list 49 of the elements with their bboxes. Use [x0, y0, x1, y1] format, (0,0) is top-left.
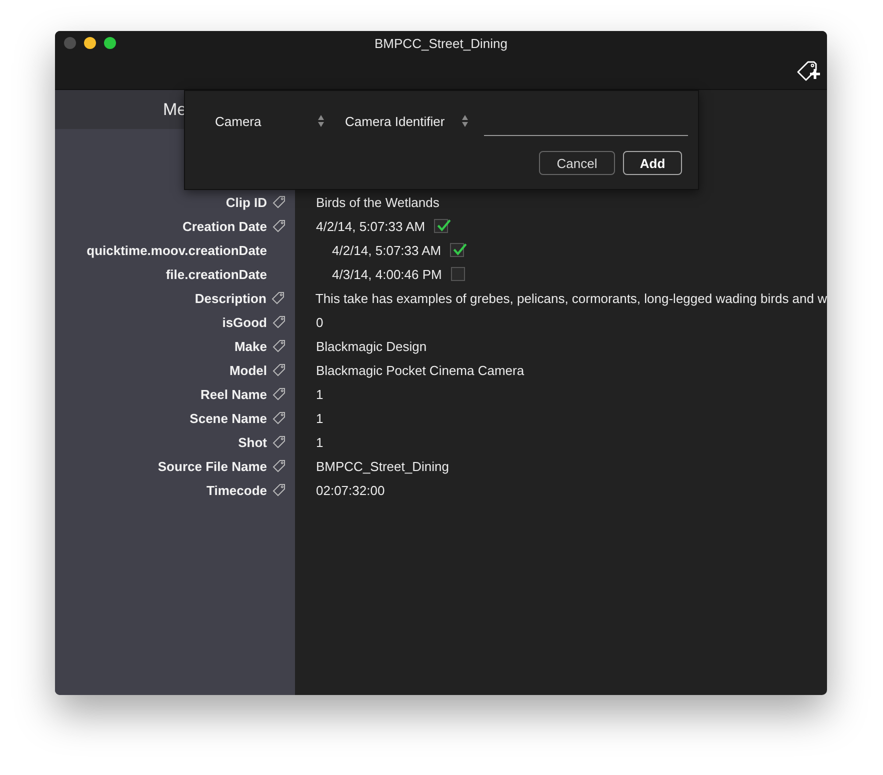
tag-icon[interactable] — [272, 363, 286, 377]
tag-icon[interactable] — [272, 435, 286, 449]
field-value: BMPCC_Street_Dining — [316, 458, 449, 474]
tag-icon[interactable] — [272, 411, 286, 425]
tag-icon[interactable] — [272, 387, 286, 401]
field-value: Blackmagic Pocket Cinema Camera — [316, 362, 524, 378]
window-title: BMPCC_Street_Dining — [374, 36, 508, 50]
field-value: 1 — [316, 386, 324, 402]
field-value: 0 — [316, 314, 324, 330]
checkbox[interactable] — [450, 243, 464, 257]
dialog-button[interactable]: Add — [623, 151, 682, 175]
popup-menu[interactable]: Camera Identifier — [345, 114, 469, 128]
tag-icon[interactable] — [272, 459, 286, 473]
field-label: Creation Date — [182, 218, 267, 234]
minimize-button[interactable] — [84, 37, 96, 49]
field-value: 1 — [316, 410, 324, 426]
field-label: Make — [234, 338, 267, 354]
checkbox[interactable] — [450, 267, 465, 281]
field-value: 1 — [316, 434, 324, 450]
field-label: Timecode — [206, 482, 267, 498]
field-value: 4/2/14, 5:07:33 AM — [332, 242, 442, 258]
field-label: Reel Name — [200, 386, 267, 402]
tag-icon[interactable] — [272, 219, 286, 233]
popup-menu[interactable]: Camera — [215, 114, 325, 128]
tag-icon[interactable] — [271, 291, 286, 305]
field-label: Source File Name — [158, 458, 267, 474]
stepper-arrows-icon — [317, 114, 325, 128]
field-label: Scene Name — [190, 410, 267, 426]
field-value: Birds of the Wetlands — [316, 194, 440, 210]
field-label: Model — [229, 362, 267, 378]
field-value: 4/2/14, 5:07:33 AM — [316, 218, 426, 234]
tag-icon[interactable] — [272, 483, 286, 497]
field-label: quicktime.moov.creationDate — [86, 242, 267, 258]
tag-icon[interactable] — [272, 195, 286, 209]
zoom-button[interactable] — [104, 37, 116, 49]
field-value: 02:07:32:00 — [316, 482, 385, 498]
dialog-button[interactable]: Cancel — [539, 151, 615, 175]
field-label: file.creationDate — [166, 266, 267, 282]
field-label: Description — [194, 290, 266, 306]
field-value: Blackmagic Design — [316, 338, 427, 354]
field-value: This take has examples of grebes, pelicans, cormorants, long-legged wading birds and w — [315, 290, 827, 306]
field-label: isGood — [222, 314, 267, 330]
tag-icon[interactable] — [272, 339, 286, 353]
stepper-arrows-icon — [461, 114, 469, 128]
checkbox[interactable] — [434, 219, 448, 233]
field-label: Shot — [238, 434, 267, 450]
field-value: 4/3/14, 4:00:46 PM — [332, 266, 442, 282]
tag-icon[interactable] — [272, 315, 286, 329]
field-label: Clip ID — [226, 194, 267, 210]
